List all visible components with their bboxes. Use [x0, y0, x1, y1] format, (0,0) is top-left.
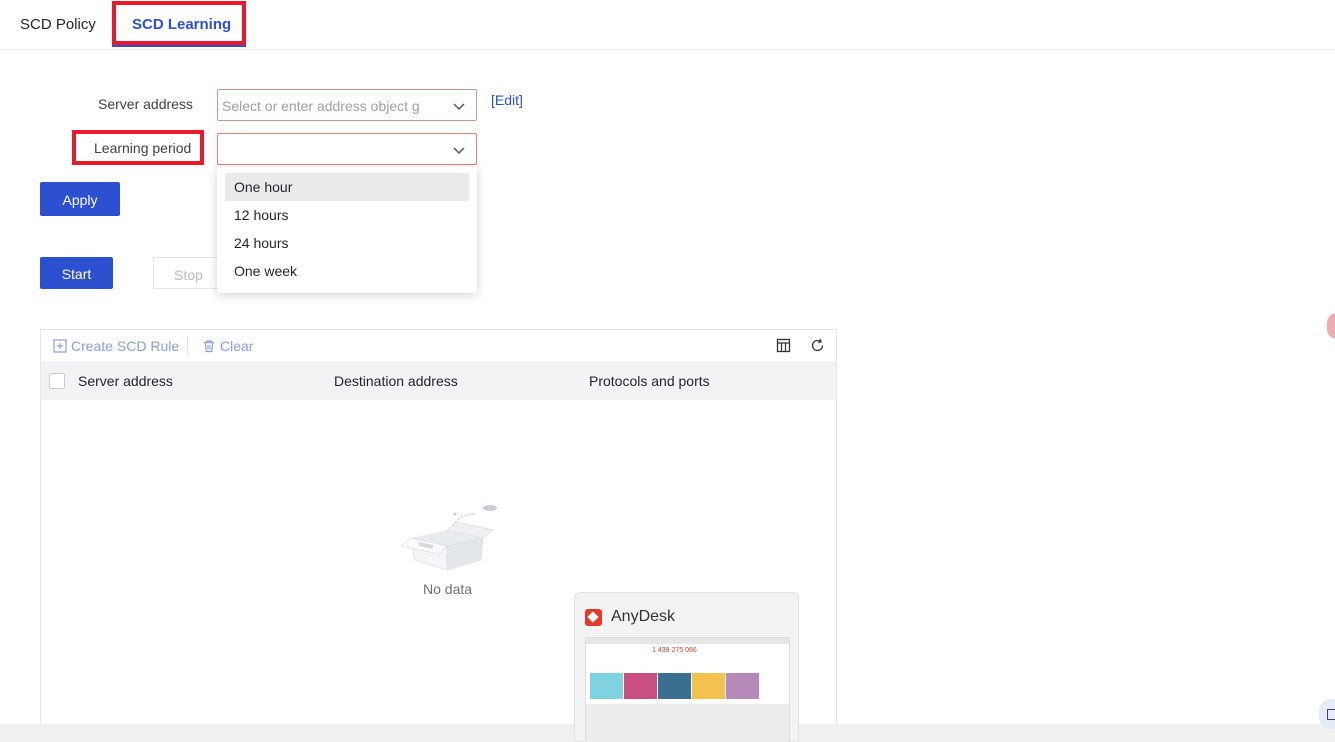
stop-button[interactable]: Stop: [153, 257, 223, 289]
anydesk-window-thumbnail[interactable]: 1 439 275 066: [585, 637, 790, 742]
option-12-hours[interactable]: 12 hours: [217, 201, 469, 229]
active-tab-indicator: [112, 45, 246, 47]
option-one-week[interactable]: One week: [217, 257, 469, 285]
anydesk-title: AnyDesk: [611, 608, 676, 625]
side-float-tab[interactable]: [1327, 313, 1335, 339]
thumbnail-tile: [726, 673, 759, 699]
option-one-hour[interactable]: One hour: [225, 173, 469, 201]
thumbnail-titlebar: [586, 638, 789, 644]
option-24-hours[interactable]: 24 hours: [217, 229, 469, 257]
chevron-down-icon: [453, 147, 465, 155]
learning-period-dropdown: One hour 12 hours 24 hours One week: [217, 167, 477, 293]
tab-scd-policy[interactable]: SCD Policy: [20, 0, 96, 48]
clear-label: Clear: [220, 338, 254, 354]
columns-icon[interactable]: [776, 338, 791, 353]
trash-icon: [204, 340, 214, 353]
thumbnail-tile: [658, 673, 691, 699]
thumbnail-tile: [624, 673, 657, 699]
create-scd-rule-button[interactable]: Create SCD Rule: [53, 338, 179, 354]
toolbar-divider: [187, 336, 188, 356]
apply-button[interactable]: Apply: [40, 182, 120, 216]
learning-period-select[interactable]: [217, 133, 477, 165]
refresh-icon[interactable]: [810, 338, 825, 353]
anydesk-logo-icon: [585, 609, 602, 626]
thumbnail-tile: [590, 673, 623, 699]
thumbnail-id-number: 1 439 275 066: [652, 647, 697, 654]
thumbnail-tile: [692, 673, 725, 699]
side-tool-button[interactable]: [1319, 699, 1335, 729]
column-server-address: Server address: [78, 373, 173, 389]
table-toolbar: Create SCD Rule Clear: [41, 330, 836, 361]
chevron-down-icon: [453, 103, 465, 111]
create-scd-rule-label: Create SCD Rule: [71, 338, 180, 354]
tab-bar: SCD Policy SCD Learning: [0, 0, 1335, 50]
server-address-label: Server address: [98, 96, 193, 112]
thumbnail-lower-area: [586, 704, 789, 742]
select-all-checkbox[interactable]: [49, 373, 65, 389]
server-address-select[interactable]: Select or enter address object g: [217, 89, 477, 121]
empty-box-icon: [400, 505, 497, 571]
empty-state-text: No data: [423, 581, 473, 597]
column-protocols-ports: Protocols and ports: [589, 373, 710, 389]
anydesk-preview-popup[interactable]: AnyDesk 1 439 275 066: [574, 592, 799, 742]
start-button[interactable]: Start: [40, 257, 113, 289]
annotation-highlight-tab: [112, 1, 246, 45]
server-address-placeholder: Select or enter address object g: [222, 98, 420, 114]
annotation-highlight-label: [72, 130, 204, 165]
clear-button[interactable]: Clear: [202, 338, 253, 354]
table-header: Server address Destination address Proto…: [41, 361, 836, 400]
plus-square-icon: [53, 339, 67, 353]
column-destination-address: Destination address: [334, 373, 458, 389]
edit-address-link[interactable]: [Edit]: [491, 92, 523, 108]
